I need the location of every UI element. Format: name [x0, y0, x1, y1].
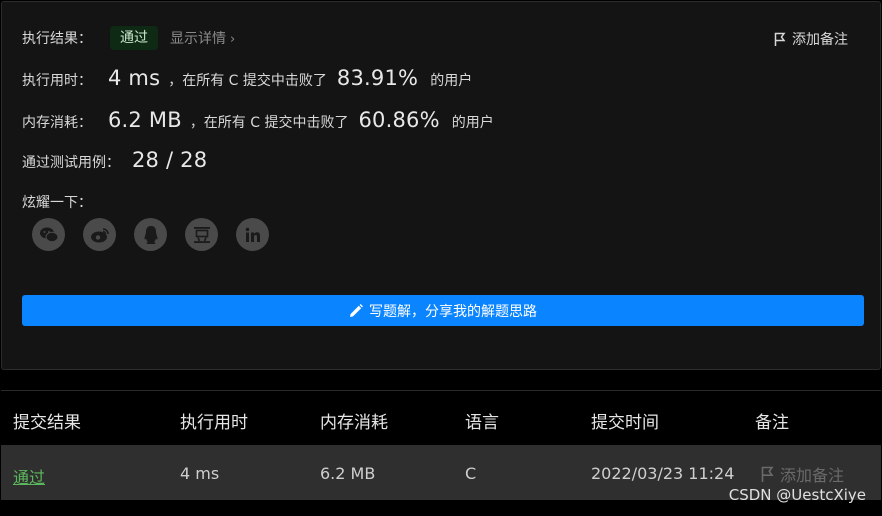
wechat-share-button[interactable] [32, 218, 65, 251]
pencil-icon [350, 303, 363, 317]
flag-icon [774, 32, 786, 46]
row-add-note-button[interactable]: 添加备注 [761, 462, 844, 486]
douban-share-button[interactable] [185, 218, 218, 251]
result-label: 执行结果： [22, 31, 92, 47]
watermark: CSDN @UestcXiye [728, 486, 866, 504]
tests-value: 28 / 28 [132, 148, 208, 172]
row-submit-time: 2022/03/23 11:24 [591, 464, 735, 483]
memory-beat-text: ，在所有 C 提交中击败了 [189, 115, 349, 131]
linkedin-share-button[interactable] [236, 218, 269, 251]
result-panel: 执行结果： 通过 显示详情 › 添加备注 执行用时： 4 ms ，在所有 C 提交… [1, 1, 881, 370]
memory-value: 6.2 MB [108, 108, 182, 132]
share-label: 炫耀一下： [22, 195, 92, 211]
share-row-label: 炫耀一下： [22, 192, 92, 212]
show-details-link[interactable]: 显示详情 › [170, 28, 235, 48]
weibo-share-button[interactable] [83, 218, 116, 251]
memory-row: 内存消耗： 6.2 MB ，在所有 C 提交中击败了 60.86% 的用户 [22, 108, 494, 132]
tests-label: 通过测试用例： [22, 155, 120, 171]
share-buttons [32, 218, 269, 251]
chevron-right-icon: › [230, 32, 236, 47]
header-submit-time: 提交时间 [591, 413, 659, 433]
runtime-label: 执行用时： [22, 73, 92, 89]
write-solution-label: 写题解，分享我的解题思路 [369, 303, 537, 320]
row-memory: 6.2 MB [320, 464, 376, 483]
runtime-beat-text: ，在所有 C 提交中击败了 [168, 73, 327, 89]
tests-row: 通过测试用例： 28 / 28 [22, 148, 207, 172]
douban-icon [193, 226, 210, 243]
runtime-users-text: 的用户 [430, 73, 473, 89]
memory-users-text: 的用户 [451, 115, 494, 131]
weibo-icon [90, 227, 109, 242]
row-add-note-label: 添加备注 [780, 466, 845, 485]
table-header: 提交结果 执行用时 内存消耗 语言 提交时间 备注 [1, 391, 881, 445]
qq-icon [144, 225, 157, 244]
header-runtime: 执行用时 [180, 413, 248, 433]
status-badge: 通过 [110, 26, 158, 50]
header-result: 提交结果 [13, 413, 81, 433]
add-note-label: 添加备注 [792, 32, 848, 48]
runtime-row: 执行用时： 4 ms ，在所有 C 提交中击败了 83.91% 的用户 [22, 66, 472, 90]
show-details-label: 显示详情 [170, 31, 226, 47]
result-row: 执行结果： 通过 显示详情 › [22, 26, 235, 50]
row-runtime: 4 ms [180, 464, 220, 483]
flag-icon [761, 466, 774, 482]
header-language: 语言 [465, 413, 499, 433]
runtime-value: 4 ms [108, 66, 161, 90]
memory-label: 内存消耗： [22, 115, 92, 131]
write-solution-button[interactable]: 写题解，分享我的解题思路 [22, 295, 864, 326]
row-language: C [465, 464, 477, 483]
add-note-button[interactable]: 添加备注 [774, 29, 848, 49]
header-memory: 内存消耗 [320, 413, 388, 433]
header-notes: 备注 [755, 413, 789, 433]
memory-percentile: 60.86% [358, 108, 440, 132]
runtime-percentile: 83.91% [336, 66, 419, 90]
row-result-link[interactable]: 通过 [13, 464, 45, 488]
wechat-icon [39, 227, 58, 242]
qq-share-button[interactable] [134, 218, 167, 251]
linkedin-icon [245, 227, 260, 242]
